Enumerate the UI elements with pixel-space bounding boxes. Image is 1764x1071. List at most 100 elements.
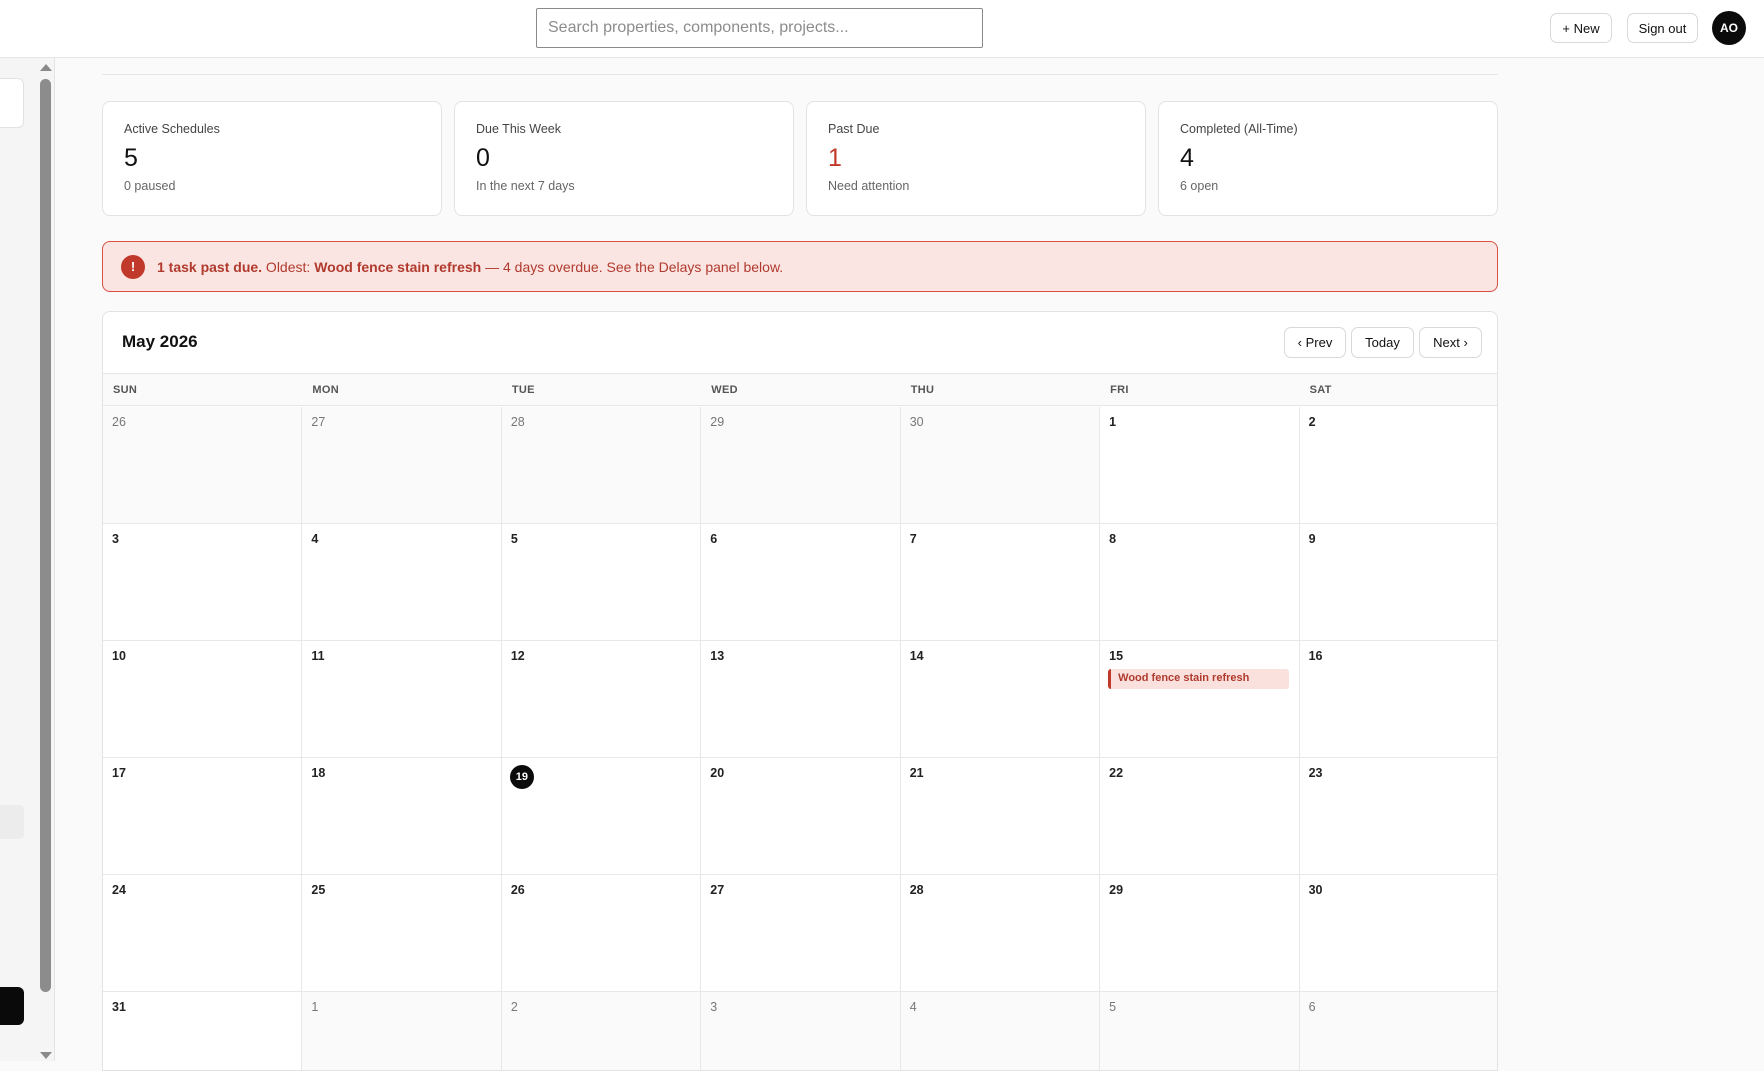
calendar-day-cell[interactable]: 22 xyxy=(1100,758,1300,875)
day-number: 5 xyxy=(510,532,518,546)
day-number: 27 xyxy=(311,415,326,429)
day-number: 31 xyxy=(112,1000,126,1014)
day-number: 1 xyxy=(311,1000,319,1014)
scroll-down-arrow-icon[interactable] xyxy=(40,1052,52,1059)
avatar[interactable]: AO xyxy=(1712,11,1746,45)
section-divider xyxy=(102,74,1498,75)
stat-value: 5 xyxy=(124,144,138,172)
day-of-week-label: TUE xyxy=(511,384,535,396)
calendar-day-cell[interactable]: 10 xyxy=(103,641,303,758)
day-of-week-label: MON xyxy=(312,384,339,396)
calendar-day-cell[interactable]: 1 xyxy=(302,992,502,1070)
banner-text: 1 task past due. Oldest: Wood fence stai… xyxy=(157,259,783,275)
stat-label: Completed (All-Time) xyxy=(1180,122,1298,136)
day-number: 10 xyxy=(112,649,126,663)
day-number: 26 xyxy=(112,415,126,429)
day-number: 6 xyxy=(710,532,718,546)
calendar-day-cell[interactable]: 31 xyxy=(103,992,303,1070)
day-number: 17 xyxy=(112,766,126,780)
calendar-day-cell[interactable]: 8 xyxy=(1100,524,1300,641)
calendar-day-cell[interactable]: 15 Wood fence stain refresh xyxy=(1100,641,1300,758)
day-of-week-label: FRI xyxy=(1110,384,1129,396)
day-of-week-label: SAT xyxy=(1309,384,1332,396)
day-number: 16 xyxy=(1308,649,1323,663)
sidebar-item[interactable] xyxy=(0,805,24,839)
calendar-day-cell[interactable]: 28 xyxy=(900,875,1101,992)
calendar-day-cell[interactable]: 4 xyxy=(900,992,1101,1070)
calendar-day-cell[interactable]: 27 xyxy=(302,407,502,524)
stat-card-past-due: Past Due 1 Need attention xyxy=(806,101,1146,216)
day-of-week-header: SUN MON TUE WED THU FRI SAT xyxy=(103,374,1497,406)
calendar-day-cell[interactable]: 29 xyxy=(701,407,901,524)
calendar-day-cell[interactable]: 2 xyxy=(1299,407,1497,524)
calendar-day-cell[interactable]: 9 xyxy=(1299,524,1497,641)
calendar-day-cell[interactable]: 29 xyxy=(1100,875,1300,992)
calendar-day-cell[interactable]: 5 xyxy=(1100,992,1300,1070)
calendar-day-cell[interactable]: 11 xyxy=(302,641,502,758)
calendar-day-cell[interactable]: 27 xyxy=(701,875,901,992)
calendar-day-cell[interactable]: 3 xyxy=(701,992,901,1070)
prev-month-button[interactable]: ‹ Prev xyxy=(1284,327,1346,358)
sign-out-button[interactable]: Sign out xyxy=(1627,13,1698,43)
calendar-day-cell[interactable]: 6 xyxy=(1299,992,1497,1070)
calendar-day-cell[interactable]: 30 xyxy=(1299,875,1497,992)
calendar-day-cell[interactable]: 13 xyxy=(701,641,901,758)
day-number: 13 xyxy=(710,649,725,663)
calendar-day-cell[interactable]: 4 xyxy=(302,524,502,641)
stat-card-active-schedules: Active Schedules 5 0 paused xyxy=(102,101,442,216)
day-number: 1 xyxy=(1109,415,1117,429)
day-number: 12 xyxy=(510,649,525,663)
stat-card-due-this-week: Due This Week 0 In the next 7 days xyxy=(454,101,794,216)
calendar-day-cell[interactable]: 23 xyxy=(1299,758,1497,875)
sidebar-card[interactable] xyxy=(0,78,24,128)
calendar: May 2026 ‹ Prev Today Next › SUN MON TUE WE… xyxy=(102,311,1498,1071)
day-number: 7 xyxy=(909,532,917,546)
calendar-day-cell[interactable]: 7 xyxy=(900,524,1101,641)
stat-card-completed: Completed (All-Time) 4 6 open xyxy=(1158,101,1498,216)
day-number: 24 xyxy=(112,883,126,897)
calendar-header: May 2026 ‹ Prev Today Next › xyxy=(103,312,1497,374)
stat-value: 0 xyxy=(476,144,490,172)
stat-value: 1 xyxy=(828,144,842,172)
stat-subtext: 0 paused xyxy=(124,179,176,193)
scroll-up-arrow-icon[interactable] xyxy=(40,64,52,71)
calendar-day-cell[interactable]: 26 xyxy=(501,875,702,992)
calendar-day-cell[interactable]: 30 xyxy=(900,407,1101,524)
calendar-day-cell[interactable]: 3 xyxy=(103,524,303,641)
calendar-day-cell[interactable]: 16 xyxy=(1299,641,1497,758)
calendar-day-cell[interactable]: 12 xyxy=(501,641,702,758)
calendar-day-cell[interactable]: 6 xyxy=(701,524,901,641)
scrollbar-thumb[interactable] xyxy=(40,79,51,992)
calendar-day-cell[interactable]: 18 xyxy=(302,758,502,875)
day-number: 3 xyxy=(112,532,119,546)
calendar-day-cell[interactable]: 24 xyxy=(103,875,303,992)
today-button[interactable]: Today xyxy=(1351,327,1414,358)
stat-value: 4 xyxy=(1180,144,1194,172)
search-input[interactable] xyxy=(536,8,983,48)
next-month-button[interactable]: Next › xyxy=(1419,327,1482,358)
day-number: 29 xyxy=(710,415,725,429)
banner-oldest-prefix: Oldest: xyxy=(262,258,315,275)
calendar-day-cell[interactable]: 2 xyxy=(501,992,702,1070)
calendar-day-cell[interactable]: 5 xyxy=(501,524,702,641)
calendar-day-cell[interactable]: 19 xyxy=(501,758,702,875)
stat-subtext: 6 open xyxy=(1180,179,1219,193)
calendar-day-cell[interactable]: 1 xyxy=(1100,407,1300,524)
day-of-week-label: SUN xyxy=(113,384,138,396)
calendar-event-chip[interactable]: Wood fence stain refresh xyxy=(1108,669,1290,689)
sidebar-dark-button[interactable] xyxy=(0,987,24,1025)
stat-label: Due This Week xyxy=(476,122,561,136)
calendar-day-cell[interactable]: 17 xyxy=(103,758,303,875)
stat-label: Active Schedules xyxy=(124,122,220,136)
banner-lead: 1 task past due. xyxy=(157,258,263,275)
calendar-day-cell[interactable]: 21 xyxy=(900,758,1101,875)
day-number: 8 xyxy=(1109,532,1117,546)
calendar-day-cell[interactable]: 20 xyxy=(701,758,901,875)
day-number: 21 xyxy=(909,766,924,780)
calendar-day-cell[interactable]: 14 xyxy=(900,641,1101,758)
calendar-day-cell[interactable]: 25 xyxy=(302,875,502,992)
new-button[interactable]: + New xyxy=(1550,13,1612,43)
top-bar: + New Sign out AO xyxy=(0,0,1764,58)
calendar-day-cell[interactable]: 28 xyxy=(501,407,702,524)
calendar-day-cell[interactable]: 26 xyxy=(103,407,303,524)
